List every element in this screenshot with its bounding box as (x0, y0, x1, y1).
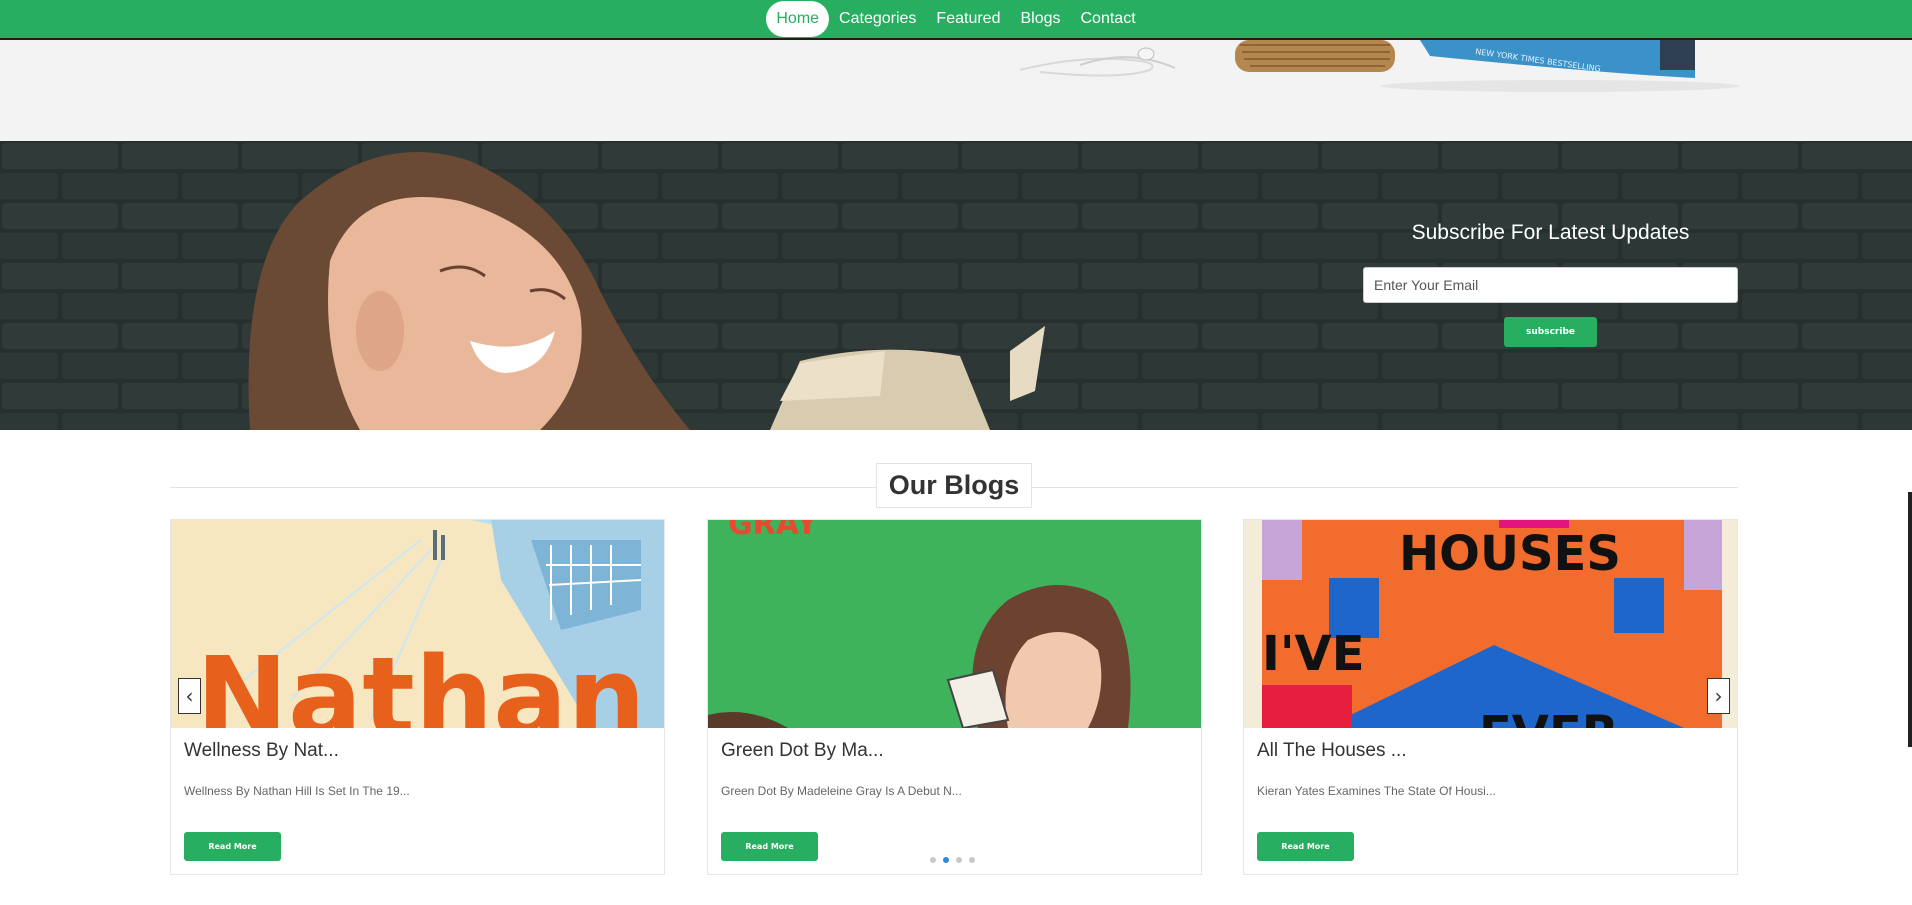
carousel-dot[interactable] (930, 857, 936, 863)
chevron-left-icon: ‹ (185, 684, 194, 708)
top-navbar: Home Categories Featured Blogs Contact (0, 0, 1912, 40)
carousel-dot[interactable] (956, 857, 962, 863)
blog-card-description: Green Dot By Madeleine Gray Is A Debut N… (721, 784, 962, 798)
blog-card: GRAY Green Dot By Ma... Green Dot By Mad… (707, 519, 1202, 875)
nav-featured[interactable]: Featured (926, 1, 1010, 37)
read-more-button[interactable]: Read More (721, 832, 818, 861)
blog-card-image: Nathan (171, 520, 664, 728)
svg-text:HOUSES: HOUSES (1399, 526, 1621, 582)
blog-card-image: GRAY (708, 520, 1201, 728)
email-input[interactable] (1363, 267, 1738, 303)
read-more-button[interactable]: Read More (1257, 832, 1354, 861)
hero-book-image: NEW YORK TIMES BESTSELLING (1019, 40, 1740, 92)
carousel-prev-button[interactable]: ‹ (178, 678, 201, 714)
carousel-pagination (930, 857, 975, 863)
svg-text:EVER: EVER (1479, 706, 1619, 728)
carousel-dot-active[interactable] (943, 857, 949, 863)
blog-card: HOUSES I'VE EVER All The Houses ... Kier… (1243, 519, 1738, 875)
blog-card-cover-text: GRAY (728, 520, 819, 542)
carousel-next-button[interactable]: › (1707, 678, 1730, 714)
svg-text:I'VE: I'VE (1262, 626, 1365, 682)
blog-card-title[interactable]: All The Houses ... (1257, 740, 1407, 762)
page-scrollbar[interactable] (1908, 492, 1912, 747)
subscribe-banner: Subscribe For Latest Updates subscribe (0, 141, 1912, 430)
read-more-button[interactable]: Read More (184, 832, 281, 861)
blog-card-title[interactable]: Green Dot By Ma... (721, 740, 884, 762)
blog-card-title[interactable]: Wellness By Nat... (184, 740, 339, 762)
subscribe-button[interactable]: subscribe (1504, 317, 1597, 347)
chevron-right-icon: › (1714, 684, 1723, 708)
nav-categories[interactable]: Categories (829, 1, 926, 37)
blog-card-cover-text: Nathan (196, 633, 646, 728)
subscribe-title: Subscribe For Latest Updates (1411, 221, 1690, 244)
blog-card-description: Kieran Yates Examines The State Of Housi… (1257, 784, 1496, 798)
nav-contact[interactable]: Contact (1071, 1, 1146, 37)
carousel-dot[interactable] (969, 857, 975, 863)
blog-card-image: HOUSES I'VE EVER (1244, 520, 1737, 728)
blog-card: Nathan Wellness By Nat... Wellness By Na… (170, 519, 665, 875)
blogs-heading: Our Blogs (876, 463, 1032, 508)
hero-section-bottom: NEW YORK TIMES BESTSELLING (0, 40, 1912, 141)
nav-home[interactable]: Home (766, 1, 830, 37)
nav-blogs[interactable]: Blogs (1010, 1, 1070, 37)
blog-card-description: Wellness By Nathan Hill Is Set In The 19… (184, 784, 410, 798)
